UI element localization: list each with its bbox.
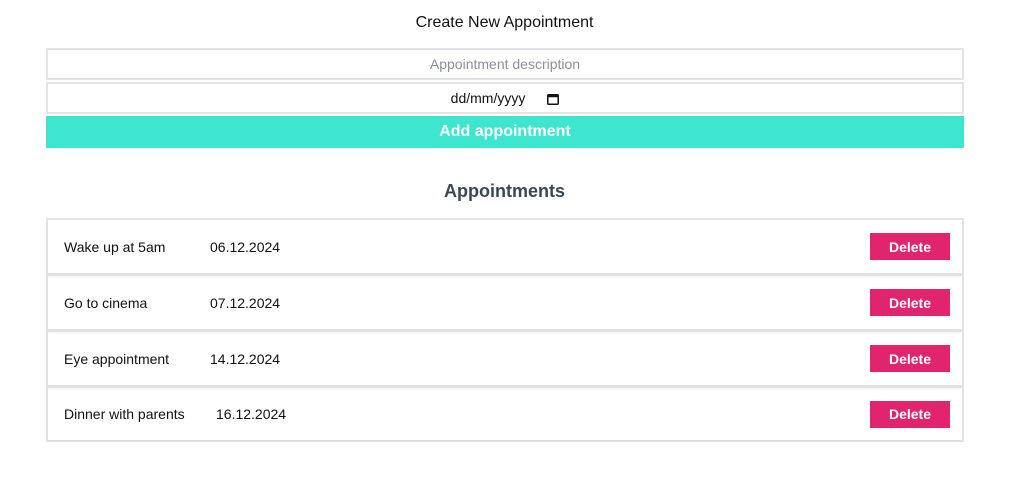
appointment-date: 07.12.2024 [210, 294, 281, 311]
list-item: Dinner with parents 16.12.2024 Delete [48, 388, 962, 440]
appointment-description: Wake up at 5am [64, 238, 166, 255]
appointment-description: Dinner with parents [64, 406, 185, 422]
appointment-form: dd/mm/yyyy Add appointment [46, 48, 964, 148]
description-input[interactable] [423, 55, 587, 73]
appointment-description: Go to cinema [64, 294, 148, 311]
delete-button[interactable]: Delete [870, 345, 950, 372]
appointments-list: Wake up at 5am 06.12.2024 Delete Go to c… [46, 218, 964, 442]
appointments-heading: Appointments [444, 181, 565, 201]
calendar-icon[interactable] [547, 92, 560, 105]
appointment-date: 06.12.2024 [210, 238, 281, 255]
appointment-date: 14.12.2024 [210, 350, 281, 367]
page-title: Create New Appointment [415, 14, 594, 31]
delete-button[interactable]: Delete [870, 400, 950, 428]
date-input[interactable]: dd/mm/yyyy [451, 90, 560, 106]
appointment-description: Eye appointment [64, 350, 170, 367]
list-item: Go to cinema 07.12.2024 Delete [48, 276, 962, 332]
delete-button[interactable]: Delete [870, 289, 950, 316]
date-value: dd/mm/yyyy [450, 90, 526, 106]
delete-button[interactable]: Delete [870, 233, 950, 260]
list-item: Eye appointment 14.12.2024 Delete [48, 332, 962, 388]
list-item: Wake up at 5am 06.12.2024 Delete [48, 220, 962, 276]
date-field-wrapper[interactable]: dd/mm/yyyy [46, 82, 964, 114]
add-appointment-button[interactable]: Add appointment [46, 116, 964, 148]
description-field-wrapper [46, 48, 964, 80]
appointment-date: 16.12.2024 [216, 406, 287, 422]
